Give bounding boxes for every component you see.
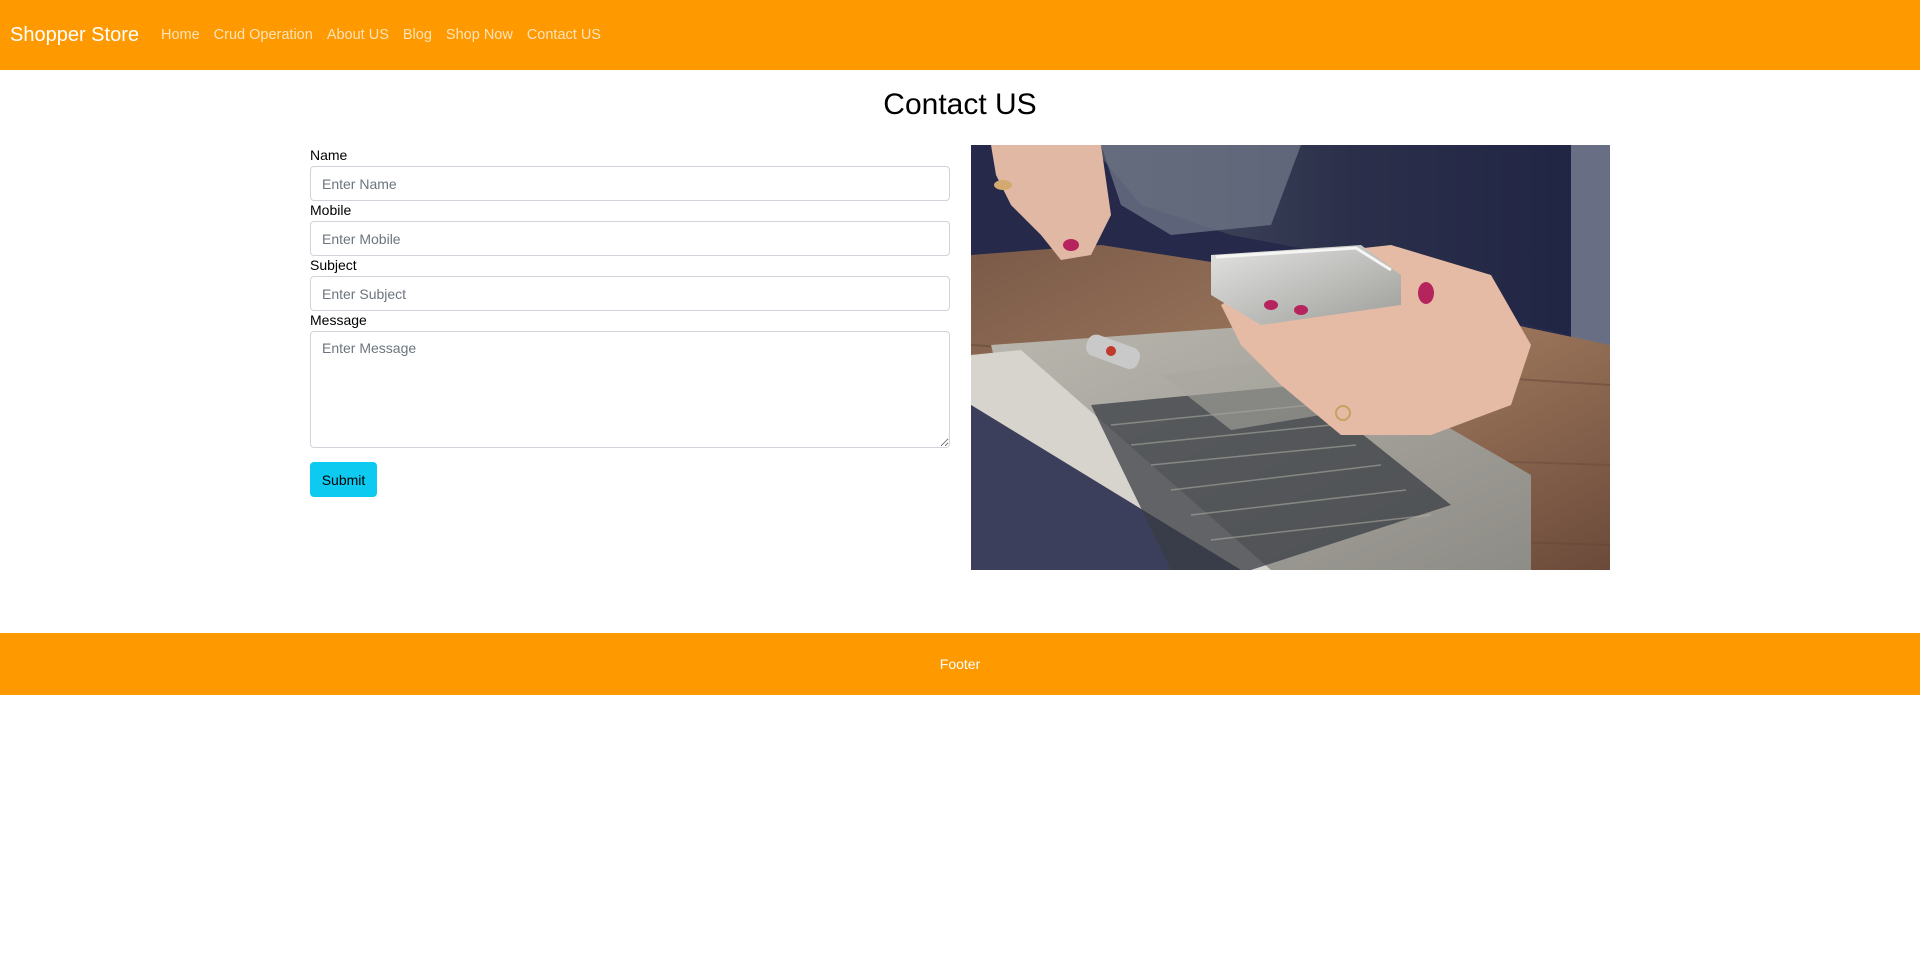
footer: Footer: [0, 633, 1920, 695]
mobile-input[interactable]: [310, 221, 950, 256]
subject-input[interactable]: [310, 276, 950, 311]
phone-laptop-illustration: [971, 145, 1610, 570]
subject-label: Subject: [310, 257, 357, 273]
contact-photo: [971, 145, 1610, 570]
message-textarea[interactable]: [310, 331, 950, 448]
submit-button[interactable]: Submit: [310, 462, 377, 497]
message-label: Message: [310, 312, 367, 328]
mobile-group: Mobile: [310, 201, 950, 256]
name-input[interactable]: [310, 166, 950, 201]
name-label: Name: [310, 147, 348, 163]
nav-links: Home Crud Operation About US Blog Shop N…: [161, 27, 615, 43]
top-navbar: Shopper Store Home Crud Operation About …: [0, 0, 1920, 70]
nav-link-contact-us[interactable]: Contact US: [527, 27, 601, 43]
contact-form: Name Mobile Subject Message Submit: [310, 146, 950, 497]
name-group: Name: [310, 146, 950, 201]
mobile-label: Mobile: [310, 202, 352, 218]
brand-logo-link[interactable]: Shopper Store: [10, 24, 139, 47]
message-group: Message: [310, 311, 950, 448]
nav-link-shop-now[interactable]: Shop Now: [446, 27, 513, 43]
nav-link-home[interactable]: Home: [161, 27, 200, 43]
page-title: Contact US: [883, 88, 1037, 121]
nav-link-crud-operation[interactable]: Crud Operation: [214, 27, 313, 43]
nav-link-about-us[interactable]: About US: [327, 27, 389, 43]
footer-text: Footer: [939, 656, 981, 672]
nav-link-blog[interactable]: Blog: [403, 27, 432, 43]
subject-group: Subject: [310, 256, 950, 311]
